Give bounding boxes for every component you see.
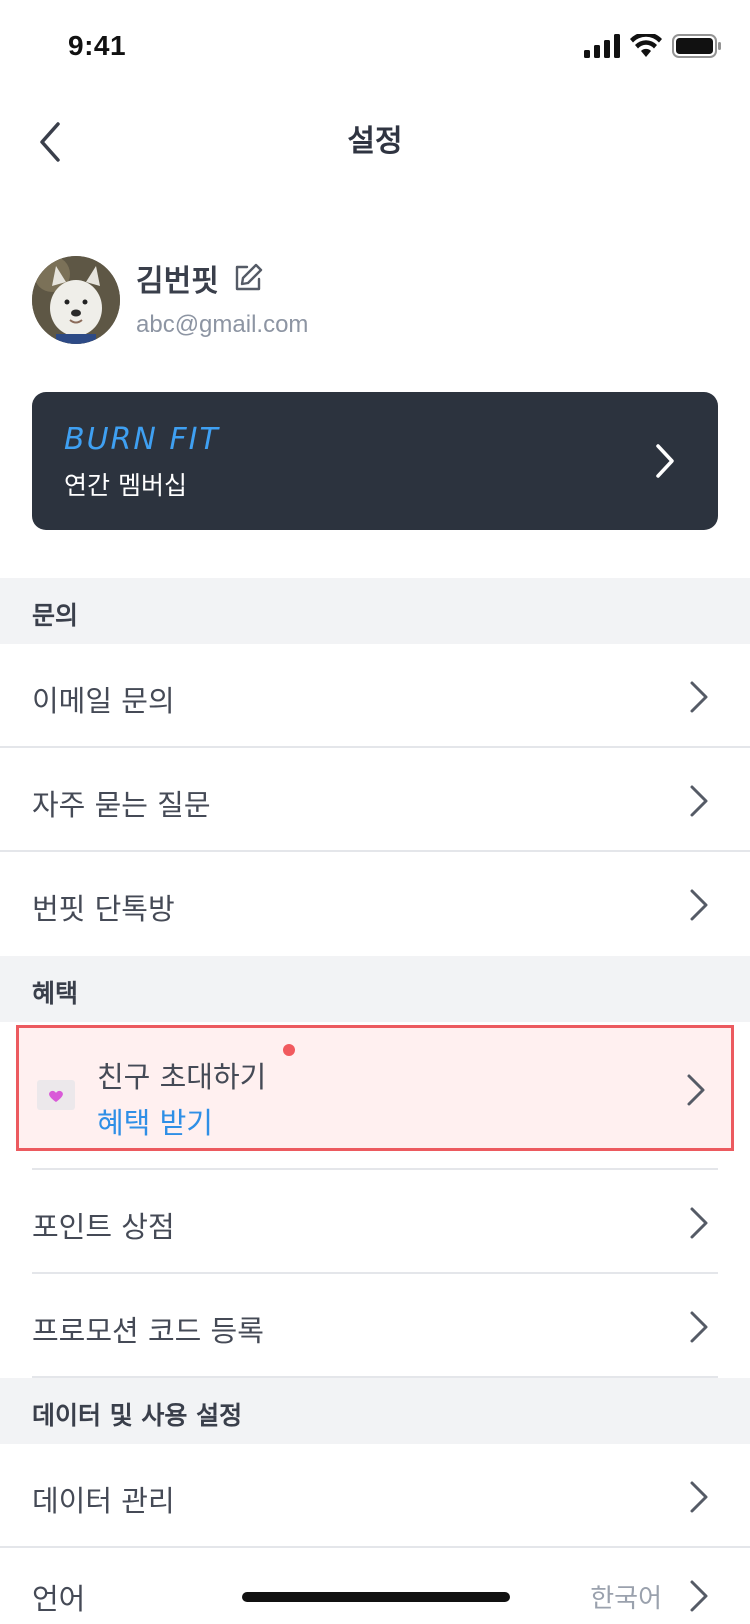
dog-photo — [32, 256, 120, 344]
chevron-right-icon — [690, 1481, 708, 1513]
status-icons — [584, 34, 722, 58]
section-title: 문의 — [32, 601, 79, 630]
avatar[interactable] — [32, 256, 120, 344]
brand-logo: BURN FIT — [64, 422, 220, 457]
menu-item-email-inquiry[interactable]: 이메일 문의 — [0, 644, 750, 748]
profile-name-row: 김번핏 — [136, 256, 265, 300]
cellular-signal-icon — [584, 34, 620, 58]
menu-item-faq[interactable]: 자주 묻는 질문 — [0, 748, 750, 852]
menu-item-group-chat[interactable]: 번핏 단톡방 — [0, 852, 750, 956]
chevron-right-icon — [690, 1580, 708, 1612]
language-value: 한국어 — [590, 1584, 662, 1614]
chevron-right-icon — [656, 444, 674, 478]
menu-item-label: 언어 — [32, 1582, 86, 1616]
membership-label: 연간 멤버십 — [64, 471, 187, 500]
menu-item-point-store[interactable]: 포인트 상점 — [0, 1170, 750, 1274]
chevron-right-icon — [687, 1074, 705, 1106]
section-header-inquiry: 문의 — [0, 578, 750, 644]
navigation-bar: 설정 — [0, 96, 750, 186]
status-time: 9:41 — [68, 30, 127, 61]
chevron-right-icon — [690, 681, 708, 713]
envelope-heart-icon — [37, 1080, 75, 1110]
battery-icon — [672, 34, 721, 58]
section-title: 혜택 — [32, 979, 79, 1008]
profile-name: 김번핏 — [136, 264, 219, 299]
menu-item-promo-code[interactable]: 프로모션 코드 등록 — [0, 1274, 750, 1378]
menu-item-label: 프로모션 코드 등록 — [32, 1314, 264, 1348]
chevron-right-icon — [690, 1311, 708, 1343]
section-header-benefits: 혜택 — [0, 956, 750, 1022]
menu-item-language[interactable]: 언어 한국어 — [0, 1548, 750, 1624]
profile-email: abc@gmail.com — [136, 311, 309, 338]
menu-item-label: 번핏 단톡방 — [32, 892, 175, 926]
section-title: 데이터 및 사용 설정 — [32, 1401, 243, 1430]
chevron-right-icon — [690, 785, 708, 817]
section-header-data-usage: 데이터 및 사용 설정 — [0, 1378, 750, 1444]
home-indicator — [242, 1592, 510, 1602]
page-title: 설정 — [347, 124, 403, 159]
invite-subtitle: 혜택 받기 — [97, 1106, 213, 1140]
menu-item-label: 자주 묻는 질문 — [32, 788, 211, 822]
invite-title: 친구 초대하기 — [97, 1060, 267, 1094]
menu-item-label: 이메일 문의 — [32, 684, 175, 718]
chevron-right-icon — [690, 1207, 708, 1239]
menu-item-label: 데이터 관리 — [32, 1484, 175, 1518]
edit-icon[interactable] — [231, 261, 265, 295]
menu-item-label: 포인트 상점 — [32, 1210, 175, 1244]
wifi-icon — [630, 34, 662, 57]
chevron-right-icon — [690, 889, 708, 921]
status-bar: 9:41 — [0, 0, 750, 96]
notification-dot — [283, 1044, 295, 1056]
profile-section: 김번핏 abc@gmail.com — [32, 256, 722, 346]
menu-item-data-management[interactable]: 데이터 관리 — [0, 1444, 750, 1548]
menu-item-invite-friends[interactable]: 친구 초대하기 혜택 받기 — [16, 1025, 734, 1151]
membership-card[interactable]: BURN FIT 연간 멤버십 — [32, 392, 718, 530]
